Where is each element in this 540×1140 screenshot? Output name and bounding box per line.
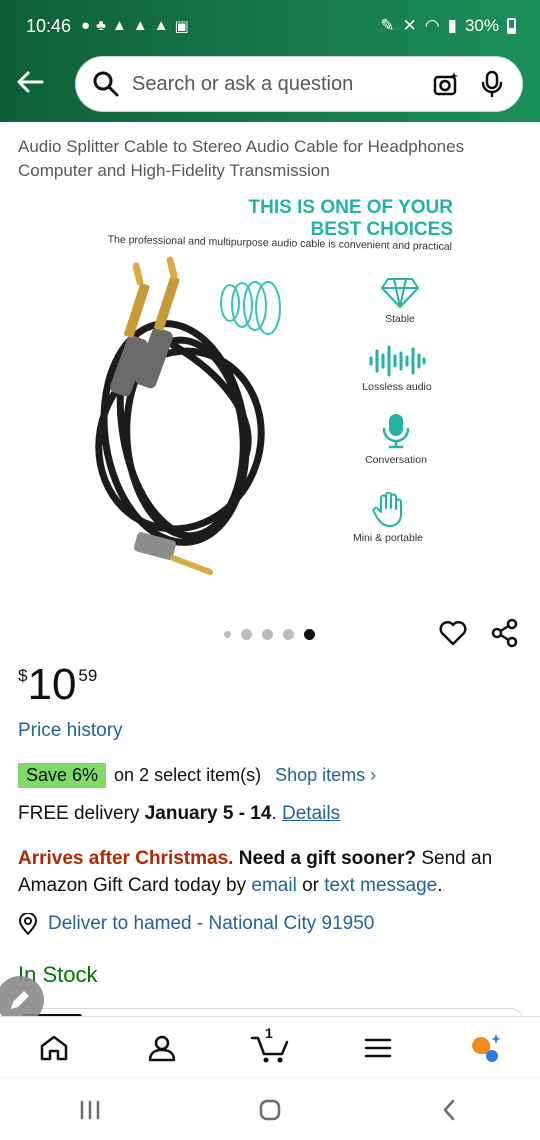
price-history-link[interactable]: Price history bbox=[18, 720, 123, 742]
shop-items-link[interactable]: Shop items › bbox=[275, 765, 376, 786]
wifi-icon: ◠ bbox=[424, 16, 440, 35]
microphone-icon[interactable] bbox=[478, 70, 506, 98]
delivery-dates: January 5 - 14 bbox=[144, 803, 272, 824]
pen-icon: ✎ bbox=[380, 16, 395, 35]
messenger-icon: ● bbox=[81, 17, 91, 34]
image-carousel-dots[interactable] bbox=[224, 629, 315, 640]
nav-rufus[interactable] bbox=[456, 1025, 516, 1071]
text-message-link[interactable]: text message bbox=[324, 875, 437, 896]
product-title[interactable]: Audio Splitter Cable to Stereo Audio Cab… bbox=[18, 135, 523, 183]
carousel-dot[interactable] bbox=[262, 629, 273, 640]
signal-icon: ▮ bbox=[447, 16, 457, 35]
price-currency: $ bbox=[18, 666, 28, 685]
status-time: 10:46 bbox=[26, 15, 72, 36]
rufus-assistant-icon bbox=[472, 1033, 501, 1062]
bottom-nav: 1 bbox=[0, 1016, 540, 1078]
home-icon bbox=[40, 1035, 68, 1060]
image-headline-line1: THIS IS ONE OF YOUR bbox=[248, 197, 453, 218]
share-icon[interactable] bbox=[490, 618, 520, 648]
carousel-dot[interactable] bbox=[224, 631, 231, 638]
app-header: 10:46 ● ♣ ▲ ▲ ▲ ▣ ✎ ✕ ◠ ▮ 30% Search or … bbox=[0, 0, 540, 122]
image-icon: ▣ bbox=[174, 18, 189, 35]
nav-account[interactable] bbox=[132, 1025, 192, 1071]
status-right: ✎ ✕ ◠ ▮ 30% bbox=[380, 16, 516, 36]
user-icon bbox=[148, 1035, 176, 1061]
app-icon: ♣ bbox=[96, 17, 106, 34]
battery-percent: 30% bbox=[464, 16, 499, 35]
carousel-dot[interactable] bbox=[241, 629, 252, 640]
product-price: $ 10 59 bbox=[18, 660, 97, 710]
notification-icons: ● ♣ ▲ ▲ ▲ ▣ bbox=[81, 17, 189, 35]
microphone-icon bbox=[382, 414, 410, 449]
mute-icon: ✕ bbox=[402, 16, 417, 35]
delivery-info: FREE delivery January 5 - 14. Details bbox=[18, 803, 340, 825]
promo-row: Save 6% on 2 select item(s) Shop items › bbox=[18, 763, 376, 788]
battery-icon bbox=[507, 18, 516, 34]
back-arrow-icon[interactable] bbox=[14, 66, 46, 98]
deliver-to-row[interactable]: Deliver to hamed - National City 91950 bbox=[18, 913, 374, 935]
system-nav bbox=[0, 1078, 540, 1140]
save-badge: Save 6% bbox=[18, 763, 107, 788]
delivery-suffix: . bbox=[271, 803, 283, 824]
gift-question: Need a gift sooner? bbox=[233, 848, 417, 869]
delivery-details-link[interactable]: Details bbox=[282, 803, 340, 824]
warning-icon: ▲ bbox=[132, 17, 148, 34]
camera-icon[interactable] bbox=[432, 70, 460, 98]
heart-icon[interactable] bbox=[438, 618, 468, 648]
home-button-icon[interactable] bbox=[258, 1098, 282, 1122]
sound-wave-icon bbox=[369, 345, 426, 377]
pencil-icon bbox=[11, 991, 29, 1009]
email-link[interactable]: email bbox=[251, 875, 296, 896]
christmas-notice: Arrives after Christmas. Need a gift soo… bbox=[18, 845, 528, 899]
carousel-dot-active[interactable] bbox=[304, 629, 315, 640]
delivery-prefix: FREE delivery bbox=[18, 803, 145, 824]
carousel-dot[interactable] bbox=[283, 629, 294, 640]
feature-conversation: Conversation bbox=[341, 412, 451, 466]
menu-icon bbox=[364, 1038, 392, 1057]
price-whole: 10 bbox=[27, 660, 77, 709]
feature-mini-portable: Mini & portable bbox=[333, 492, 443, 544]
feature-label: Mini & portable bbox=[352, 532, 424, 544]
gift-text-end: . bbox=[437, 875, 443, 896]
nav-cart[interactable]: 1 bbox=[240, 1025, 300, 1071]
location-pin-icon bbox=[18, 913, 38, 935]
hand-icon bbox=[372, 492, 402, 527]
warning-icon: ▲ bbox=[153, 17, 169, 34]
search-icon bbox=[93, 71, 119, 97]
status-bar: 10:46 ● ♣ ▲ ▲ ▲ ▣ ✎ ✕ ◠ ▮ 30% bbox=[26, 12, 516, 40]
price-fraction: 59 bbox=[78, 666, 98, 685]
feature-stable: Stable bbox=[345, 277, 455, 325]
feature-label: Lossless audio bbox=[362, 381, 432, 393]
search-bar[interactable]: Search or ask a question bbox=[75, 56, 523, 112]
deliver-to-link[interactable]: Deliver to hamed - National City 91950 bbox=[48, 913, 374, 935]
image-headline: THIS IS ONE OF YOUR BEST CHOICES bbox=[150, 197, 453, 241]
promo-text: on 2 select item(s) bbox=[114, 765, 262, 785]
arrival-warning: Arrives after Christmas. bbox=[18, 848, 234, 869]
nav-menu[interactable] bbox=[348, 1025, 408, 1071]
feature-label: Conversation bbox=[365, 454, 427, 466]
cart-count: 1 bbox=[265, 1024, 273, 1041]
gift-text-or: or bbox=[296, 875, 325, 896]
search-placeholder[interactable]: Search or ask a question bbox=[132, 73, 432, 96]
recent-apps-icon[interactable] bbox=[78, 1099, 102, 1121]
diamond-icon bbox=[381, 278, 419, 308]
back-icon[interactable] bbox=[438, 1098, 462, 1122]
feature-lossless-audio: Lossless audio bbox=[342, 345, 452, 393]
nav-home[interactable] bbox=[24, 1025, 84, 1071]
feature-label: Stable bbox=[385, 313, 415, 325]
warning-icon: ▲ bbox=[111, 17, 127, 34]
